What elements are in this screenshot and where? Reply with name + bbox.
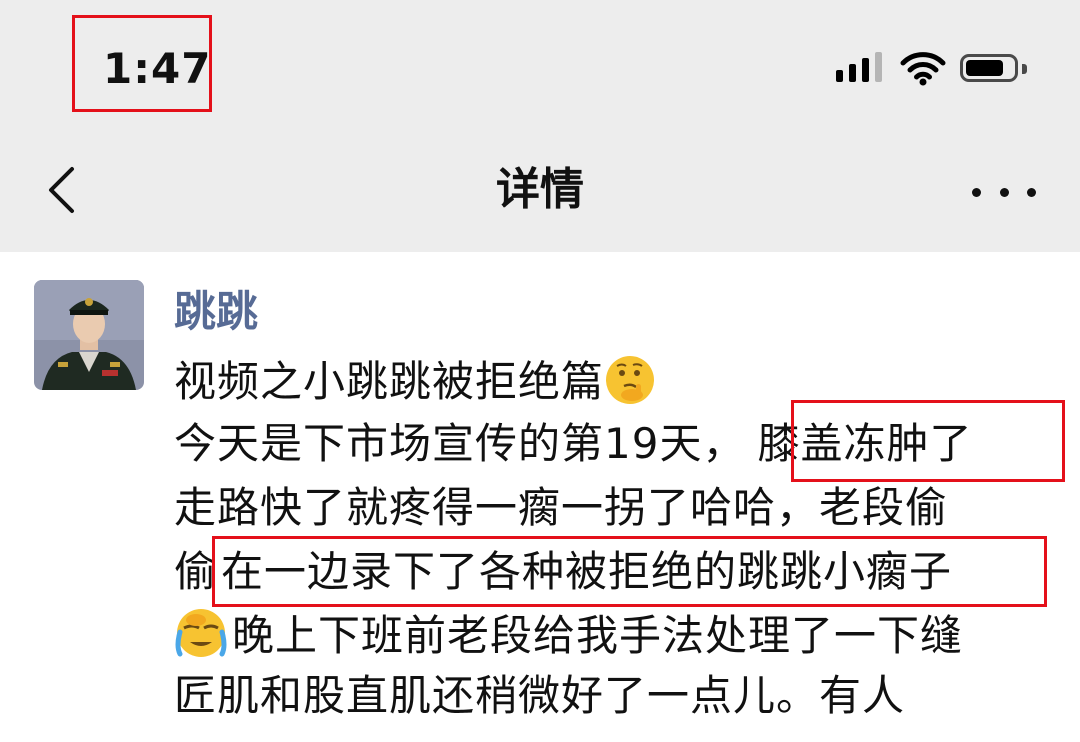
thinking-face-emoji [606, 356, 655, 404]
post-line: 匠肌和股直肌还稍微好了一点儿。有人 [174, 668, 905, 724]
text-highlight-box [791, 400, 1065, 482]
post-line: 晚上下班前老段给我手法处理了一下缝 [174, 606, 963, 664]
page-title: 详情 [496, 164, 584, 215]
post-line: 视频之小跳跳被拒绝篇 [174, 354, 656, 410]
author-name[interactable]: 跳跳 [174, 284, 258, 340]
post-line-text: 晚上下班前老段给我手法处理了一下缝 [232, 611, 964, 660]
post-line-text: 今天是下市场宣传的第19天， [174, 419, 746, 468]
post-line-text: 走路快了就疼得一瘸一拐了哈哈，老段偷 [174, 483, 949, 532]
more-button[interactable] [972, 174, 1036, 210]
signal-icon [836, 50, 886, 86]
post-line: 走路快了就疼得一瘸一拐了哈哈，老段偷 [174, 480, 948, 536]
more-dot [972, 187, 981, 197]
post-line-text: 匠肌和股直肌还稍微好了一点儿。有人 [174, 671, 906, 720]
avatar-image [34, 280, 144, 390]
wifi-icon [900, 52, 946, 86]
more-dot [1027, 187, 1036, 197]
post-line-text: 视频之小跳跳被拒绝篇 [174, 357, 605, 406]
battery-cap [1022, 64, 1027, 74]
time-highlight-box [72, 15, 212, 112]
avatar[interactable] [34, 280, 144, 390]
more-dot [999, 187, 1009, 197]
post-line-text: 偷 [174, 547, 218, 596]
text-highlight-box [212, 536, 1047, 607]
face-palm-crying-emoji [175, 609, 227, 657]
battery-icon [960, 54, 1018, 82]
